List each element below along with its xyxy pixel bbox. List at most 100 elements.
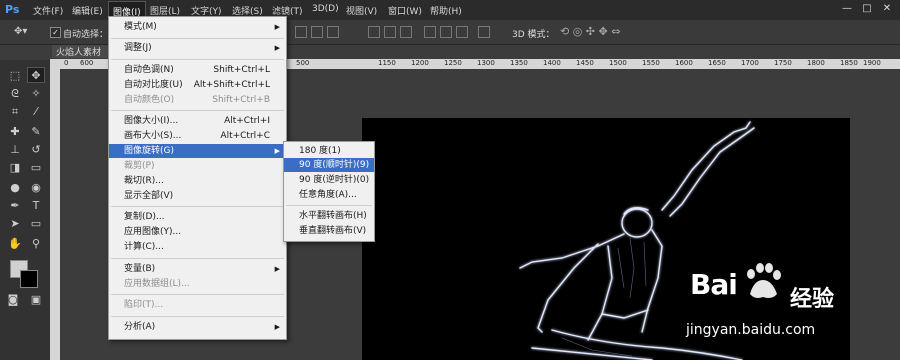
ruler-tick: 1500 (609, 59, 627, 67)
menu-separator (111, 110, 284, 111)
menu-item-trim[interactable]: 裁切(R)... (109, 174, 286, 188)
chevron-right-icon: ▶ (274, 265, 280, 273)
align-middle-icon[interactable] (311, 26, 323, 38)
menu-item-calculations[interactable]: 计算(C)... (109, 240, 286, 254)
crop-icon[interactable]: ⌗ (6, 104, 24, 120)
submenu-item-rotate-180[interactable]: 180 度(1) (284, 144, 374, 158)
move-tool-icon[interactable]: ✥▾ (14, 26, 27, 37)
ruler-tick: 600 (80, 59, 94, 67)
ruler-tick: 1150 (378, 59, 396, 67)
menu-item-adjustments[interactable]: 调整(J) ▶ (109, 41, 286, 55)
menu-item-canvas-size[interactable]: 画布大小(S)... Alt+Ctrl+C (109, 129, 286, 143)
menu-item-auto-contrast[interactable]: 自动对比度(U) Alt+Shift+Ctrl+L (109, 78, 286, 92)
menu-item-apply-image[interactable]: 应用图像(Y)... (109, 225, 286, 239)
menu-file[interactable]: 文件(F) (33, 4, 63, 17)
menu-separator (111, 294, 284, 295)
submenu-item-flip-vertical[interactable]: 垂直翻转画布(V) (284, 224, 374, 238)
menu-help[interactable]: 帮助(H) (430, 4, 462, 17)
lasso-icon[interactable]: ᘓ (6, 86, 24, 102)
auto-select-label: 自动选择： (63, 30, 109, 40)
menu-window[interactable]: 窗口(W) (388, 4, 422, 17)
ruler-tick: 1900 (863, 59, 881, 67)
chevron-right-icon: ▶ (274, 323, 280, 331)
stamp-icon[interactable]: ⊥ (6, 142, 24, 158)
zoom-icon[interactable]: ⚲ (27, 236, 45, 252)
menu-item-variables[interactable]: 变量(B) ▶ (109, 262, 286, 276)
move-tool-icon[interactable]: ✥ (27, 67, 45, 83)
menu-separator (111, 258, 284, 259)
align-bottom-icon[interactable] (327, 26, 339, 38)
distribute-top-icon[interactable] (368, 26, 380, 38)
distribute-middle-icon[interactable] (384, 26, 396, 38)
blur-icon[interactable]: ● (6, 180, 24, 196)
ruler-tick: 1750 (774, 59, 792, 67)
healing-icon[interactable]: ✚ (6, 124, 24, 140)
ruler-tick: 0 (64, 59, 69, 67)
quick-mask-icon[interactable]: ◙ (4, 292, 22, 308)
menu-item-reveal-all[interactable]: 显示全部(V) (109, 189, 286, 203)
ruler-tick: 1250 (444, 59, 462, 67)
history-brush-icon[interactable]: ↺ (27, 142, 45, 158)
menu-item-image-rotation[interactable]: 图像旋转(G) ▶ (109, 144, 286, 158)
maximize-icon[interactable]: □ (860, 3, 874, 15)
submenu-item-rotate-90-ccw[interactable]: 90 度(逆时针)(0) (284, 173, 374, 187)
watermark-brand: Bai (690, 268, 738, 301)
menu-view[interactable]: 视图(V) (346, 4, 377, 17)
gradient-icon[interactable]: ▭ (27, 160, 45, 176)
screen-mode-icon[interactable]: ▣ (27, 292, 45, 308)
close-icon[interactable]: ✕ (880, 3, 894, 15)
dodge-icon[interactable]: ◉ (27, 180, 45, 196)
menu-item-duplicate[interactable]: 复制(D)... (109, 210, 286, 224)
distribute-left-icon[interactable] (424, 26, 436, 38)
tools-panel: ⬚ ✥ ᘓ ✧ ⌗ ⁄ ✚ ✎ ⊥ ↺ ◨ ▭ ● ◉ ✒ T ➤ ▭ ✋ ⚲ … (0, 60, 51, 360)
ruler-tick: 1800 (807, 59, 825, 67)
menu-item-mode[interactable]: 模式(M) ▶ (109, 20, 286, 34)
ruler-tick: 1600 (675, 59, 693, 67)
menu-edit[interactable]: 编辑(E) (72, 4, 103, 17)
menu-item-auto-tone[interactable]: 自动色调(N) Shift+Ctrl+L (109, 63, 286, 77)
menu-item-image-size[interactable]: 图像大小(I)... Alt+Ctrl+I (109, 114, 286, 128)
chevron-right-icon: ▶ (274, 23, 280, 31)
ruler-tick: 1700 (741, 59, 759, 67)
submenu-item-flip-horizontal[interactable]: 水平翻转画布(H) (284, 209, 374, 223)
distribute-center-icon[interactable] (440, 26, 452, 38)
3d-mode-icons[interactable]: ⟲ ◎ ✣ ✥ ⇔ (560, 25, 620, 38)
menu-item-analysis[interactable]: 分析(A) ▶ (109, 320, 286, 334)
eyedropper-icon[interactable]: ⁄ (27, 104, 45, 120)
menu-separator (111, 206, 284, 207)
pen-icon[interactable]: ✒ (6, 198, 24, 214)
image-menu-dropdown: 模式(M) ▶ 调整(J) ▶ 自动色调(N) Shift+Ctrl+L 自动对比度(… (108, 16, 287, 340)
mode-3d-label: 3D 模式： (512, 30, 555, 40)
eraser-icon[interactable]: ◨ (6, 160, 24, 176)
baidu-paw-logo (747, 263, 781, 298)
ruler-tick: 1550 (642, 59, 660, 67)
path-select-icon[interactable]: ➤ (6, 216, 24, 232)
align-top-icon[interactable] (295, 26, 307, 38)
shape-icon[interactable]: ▭ (27, 216, 45, 232)
menu-separator (111, 316, 284, 317)
magic-wand-icon[interactable]: ✧ (27, 86, 45, 102)
menu-separator (111, 59, 284, 60)
distribute-right-icon[interactable] (456, 26, 468, 38)
distribute-bottom-icon[interactable] (400, 26, 412, 38)
submenu-item-rotate-90-cw[interactable]: 90 度(顺时针)(9) (284, 158, 374, 172)
auto-select-checkbox[interactable]: ✓ (50, 27, 61, 38)
watermark-url: jingyan.baidu.com (686, 322, 816, 338)
minimize-icon[interactable]: — (840, 3, 854, 15)
menu-item-apply-data-set: 应用数据组(L)... (124, 279, 190, 289)
submenu-item-arbitrary[interactable]: 任意角度(A)... (284, 188, 374, 202)
menu-item-crop: 裁剪(P) (124, 161, 155, 171)
background-color-swatch[interactable] (20, 270, 38, 288)
auto-align-icon[interactable] (478, 26, 490, 38)
brush-icon[interactable]: ✎ (27, 124, 45, 140)
ruler-tick: 1400 (543, 59, 561, 67)
image-rotation-submenu: 180 度(1) 90 度(顺时针)(9) 90 度(逆时针)(0) 任意角度(… (283, 141, 375, 242)
menu-item-trap: 陷印(T)... (124, 300, 164, 310)
document-tab[interactable]: 火焰人素材 (52, 45, 116, 58)
menu-3d[interactable]: 3D(D) (312, 4, 339, 14)
type-icon[interactable]: T (27, 198, 45, 214)
marquee-icon[interactable]: ⬚ (6, 68, 24, 84)
hand-icon[interactable]: ✋ (6, 236, 24, 252)
watermark-brand-cn: 经验 (790, 287, 835, 312)
photoshop-logo: Ps (5, 3, 20, 16)
